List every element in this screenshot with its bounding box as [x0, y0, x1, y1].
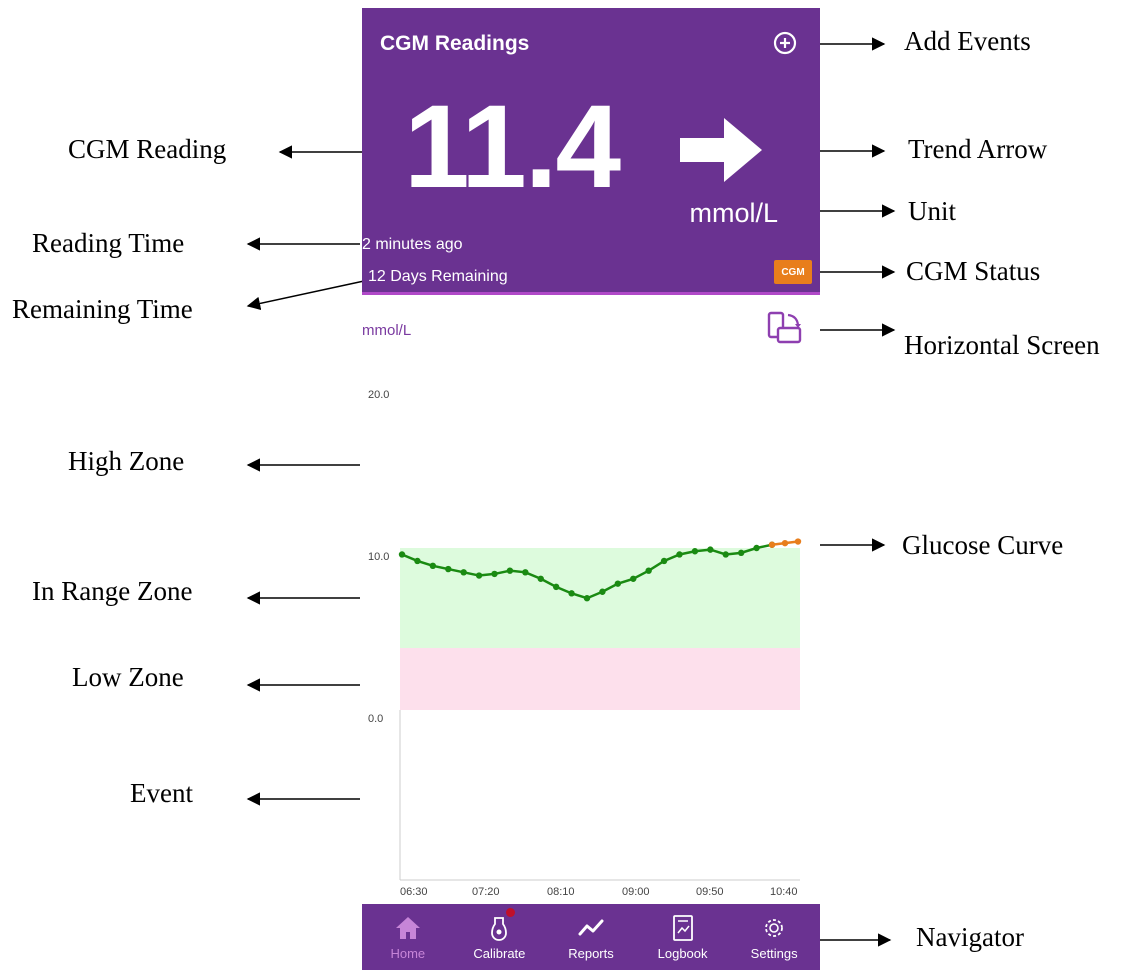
- reading-unit: mmol/L: [689, 198, 778, 228]
- cgm-reading-value: 11.4: [404, 81, 621, 213]
- annotation-navigator: Navigator: [916, 922, 1024, 952]
- glucose-in-range-point: [691, 548, 699, 555]
- phone-screen: CGM Readings 11.4 mmol/L 2 minutes ago 1…: [362, 8, 820, 970]
- annotation-event: Event: [130, 778, 193, 808]
- add-event-button[interactable]: [772, 30, 798, 56]
- cgm-status-badge[interactable]: CGM: [774, 260, 812, 284]
- nav-label-home: Home: [390, 946, 426, 961]
- in-range-zone: [400, 548, 800, 648]
- glucose-in-range-point: [676, 551, 683, 558]
- x-tick-label: 08:10: [547, 886, 575, 898]
- nav-label-calibrate: Calibrate: [473, 946, 526, 961]
- nav-item-calibrate[interactable]: Calibrate: [454, 904, 546, 970]
- glucose-in-range-point: [737, 549, 745, 557]
- glucose-chart: 20.0 10.0 0.0 06:30 07:20 08:10 09:00 09…: [368, 389, 802, 898]
- glucose-in-range-point: [398, 551, 406, 558]
- glucose-in-range-point: [537, 575, 544, 582]
- annotation-cgm-reading: CGM Reading: [68, 134, 227, 164]
- glucose-in-range-point: [460, 569, 467, 576]
- glucose-in-range-point: [475, 572, 483, 579]
- annotation-remaining-time: Remaining Time: [12, 294, 193, 324]
- annotation-unit: Unit: [908, 196, 957, 226]
- trend-line-icon: [578, 919, 604, 936]
- glucose-high-point: [768, 541, 776, 548]
- bottom-navigator: Home Calibrate Reports Logbook Settings: [362, 904, 820, 970]
- annotation-glucose-curve: Glucose Curve: [902, 530, 1064, 560]
- glucose-in-range-point: [522, 569, 529, 576]
- annotation-add-events: Add Events: [904, 26, 1031, 56]
- app-header: CGM Readings: [362, 8, 820, 81]
- trend-arrow-right-icon: [680, 118, 762, 182]
- blood-drop-icon: [491, 917, 508, 941]
- nav-item-home[interactable]: Home: [362, 904, 454, 970]
- nav-label-settings: Settings: [750, 946, 798, 961]
- glucose-in-range-point: [552, 583, 560, 591]
- remaining-time: 12 Days Remaining: [368, 268, 508, 285]
- glucose-high-point: [781, 539, 789, 547]
- glucose-high-point: [794, 538, 802, 545]
- glucose-in-range-point: [645, 567, 652, 574]
- annotation-high-zone: High Zone: [68, 446, 185, 476]
- horizontal-screen-button[interactable]: [766, 310, 804, 348]
- y-tick-label: 0.0: [368, 713, 383, 725]
- glucose-in-range-point: [630, 575, 637, 582]
- chart-unit-label: mmol/L: [362, 322, 412, 339]
- glucose-in-range-point: [429, 562, 437, 570]
- x-tick-label: 07:20: [472, 886, 500, 898]
- panel-divider: [362, 292, 820, 295]
- page-title: CGM Readings: [380, 32, 530, 55]
- nav-label-reports: Reports: [568, 946, 614, 961]
- reading-panel: 11.4 mmol/L 2 minutes ago 12 Days Remain…: [362, 80, 820, 292]
- annotation-cgm-status: CGM Status: [906, 256, 1041, 286]
- glucose-in-range-point: [583, 595, 591, 602]
- rotate-screen-icon: [767, 311, 802, 344]
- x-tick-label: 06:30: [400, 886, 428, 898]
- nav-item-reports[interactable]: Reports: [545, 904, 637, 970]
- glucose-in-range-point: [414, 557, 421, 565]
- y-tick-label: 10.0: [368, 551, 389, 563]
- home-icon: [395, 917, 420, 939]
- glucose-in-range-point: [753, 544, 760, 552]
- glucose-in-range-point: [445, 565, 452, 573]
- annotation-low-zone: Low Zone: [72, 662, 184, 692]
- nav-item-logbook[interactable]: Logbook: [637, 904, 729, 970]
- glucose-in-range-point: [722, 551, 729, 558]
- glucose-in-range-point: [568, 590, 575, 597]
- glucose-in-range-point: [707, 546, 714, 553]
- nav-item-settings[interactable]: Settings: [728, 904, 820, 970]
- low-zone: [400, 648, 800, 710]
- reading-time: 2 minutes ago: [362, 236, 463, 253]
- glucose-in-range-point: [506, 567, 514, 574]
- glucose-in-range-point: [660, 557, 668, 565]
- nav-label-logbook: Logbook: [657, 946, 708, 961]
- x-tick-label: 10:40: [770, 886, 798, 898]
- x-tick-label: 09:50: [696, 886, 724, 898]
- logbook-icon: [672, 915, 693, 941]
- x-tick-label: 09:00: [622, 886, 650, 898]
- notification-dot: [505, 908, 515, 917]
- glucose-in-range-point: [599, 588, 606, 595]
- annotation-trend-arrow: Trend Arrow: [908, 134, 1048, 164]
- y-tick-label: 20.0: [368, 389, 389, 401]
- glucose-in-range-point: [491, 570, 498, 578]
- annotation-reading-time: Reading Time: [32, 228, 185, 258]
- gear-icon: [765, 919, 784, 937]
- glucose-in-range-point: [614, 580, 622, 587]
- annotation-in-range-zone: In Range Zone: [32, 576, 193, 606]
- plus-circle-icon: [773, 31, 797, 55]
- annotation-horizontal-screen: Horizontal Screen: [904, 330, 1100, 360]
